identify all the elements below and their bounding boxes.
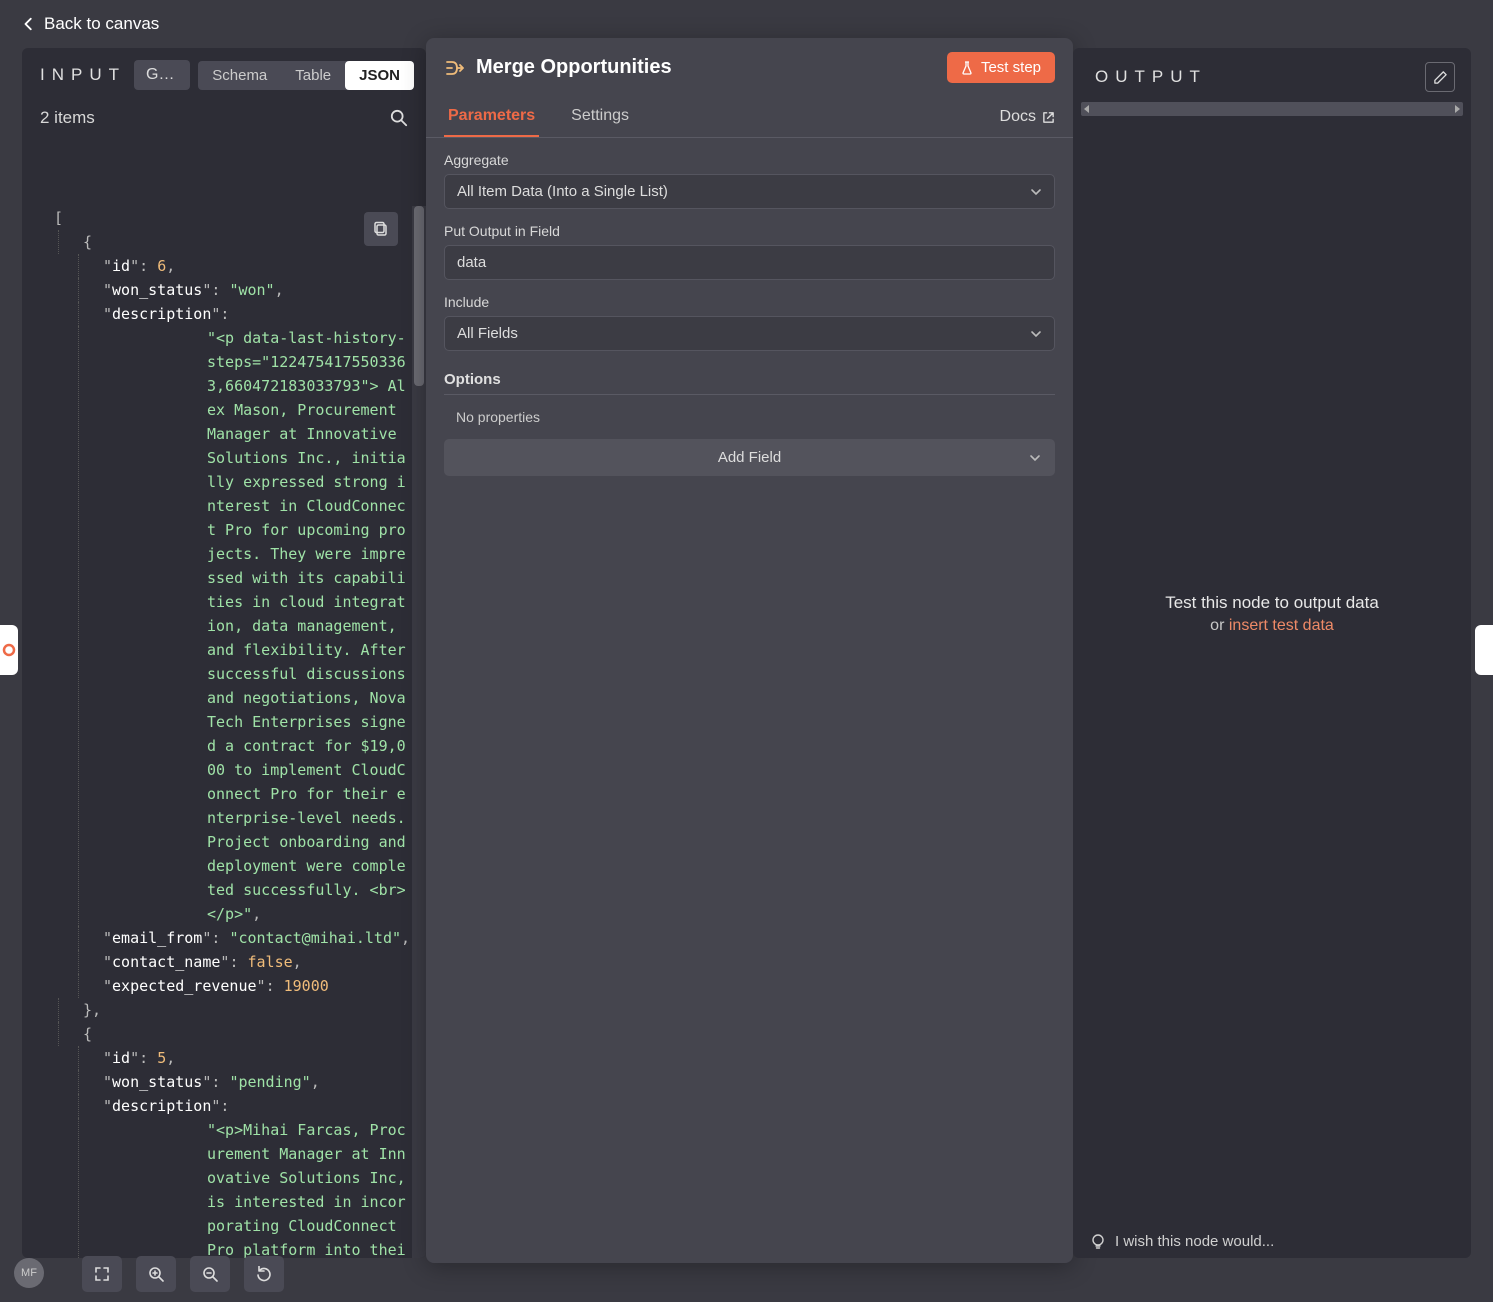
options-heading: Options <box>444 365 1055 395</box>
back-label: Back to canvas <box>44 14 159 34</box>
chevron-down-icon <box>1030 186 1042 198</box>
aggregate-label: Aggregate <box>444 152 1055 168</box>
zoom-in-button[interactable] <box>136 1256 176 1292</box>
output-horizontal-scrollbar[interactable] <box>1081 102 1463 116</box>
aggregate-select[interactable]: All Item Data (Into a Single List) <box>444 174 1055 209</box>
tab-json[interactable]: JSON <box>345 61 414 90</box>
external-link-icon <box>1042 111 1055 124</box>
test-step-button[interactable]: Test step <box>947 52 1055 83</box>
chevron-down-icon <box>1029 452 1041 464</box>
docs-label: Docs <box>1000 108 1036 126</box>
search-icon[interactable] <box>390 109 408 127</box>
back-to-canvas-link[interactable]: Back to canvas <box>22 14 159 34</box>
input-source-pill[interactable]: Get All Opportunit <box>134 60 190 90</box>
right-panel-handle[interactable] <box>1475 625 1493 675</box>
left-panel-handle[interactable] <box>0 625 18 675</box>
output-empty-sub: or insert test data <box>1073 617 1471 635</box>
json-viewer: [{"id": 6,"won_status": "won","descripti… <box>22 206 426 1258</box>
add-field-label: Add Field <box>718 449 781 466</box>
pencil-icon <box>1433 70 1448 85</box>
fullscreen-icon <box>94 1266 110 1282</box>
output-or: or <box>1210 617 1224 634</box>
test-step-label: Test step <box>981 59 1041 76</box>
arrow-left-icon <box>22 17 36 31</box>
node-config-panel: Merge Opportunities Test step Parameters… <box>426 38 1073 1263</box>
insert-test-data-link[interactable]: insert test data <box>1229 617 1334 634</box>
node-title: Merge Opportunities <box>476 56 947 79</box>
output-panel: OUTPUT Test this node to output data or … <box>1073 48 1471 1258</box>
include-value: All Fields <box>457 325 518 342</box>
include-label: Include <box>444 294 1055 310</box>
docs-link[interactable]: Docs <box>1000 108 1055 126</box>
tab-table[interactable]: Table <box>281 61 345 90</box>
tab-parameters[interactable]: Parameters <box>444 97 539 137</box>
output-edit-button[interactable] <box>1425 62 1455 92</box>
tab-schema[interactable]: Schema <box>198 61 281 90</box>
lightbulb-icon <box>1091 1234 1105 1250</box>
no-properties-text: No properties <box>444 405 1055 429</box>
items-count: 2 items <box>40 108 95 128</box>
reset-view-button[interactable] <box>244 1256 284 1292</box>
wish-text[interactable]: I wish this node would... <box>1115 1233 1274 1250</box>
tab-settings[interactable]: Settings <box>567 97 633 137</box>
fullscreen-button[interactable] <box>82 1256 122 1292</box>
avatar-initials: MF <box>21 1267 37 1279</box>
chevron-down-icon <box>1030 328 1042 340</box>
add-field-button[interactable]: Add Field <box>444 439 1055 476</box>
json-scrollbar[interactable] <box>412 206 426 1258</box>
flask-icon <box>961 61 973 75</box>
output-title: OUTPUT <box>1095 67 1425 87</box>
user-avatar[interactable]: MF <box>14 1258 44 1288</box>
output-empty-message: Test this node to output data <box>1073 593 1471 613</box>
view-toggle: Schema Table JSON <box>198 61 414 90</box>
input-panel: INPUT Get All Opportunit Schema Table JS… <box>22 48 426 1258</box>
output-field-input[interactable] <box>444 245 1055 280</box>
output-field-label: Put Output in Field <box>444 223 1055 239</box>
aggregate-value: All Item Data (Into a Single List) <box>457 183 668 200</box>
zoom-out-icon <box>202 1266 218 1282</box>
merge-icon <box>444 58 464 78</box>
include-select[interactable]: All Fields <box>444 316 1055 351</box>
undo-icon <box>256 1266 272 1282</box>
zoom-out-button[interactable] <box>190 1256 230 1292</box>
input-title: INPUT <box>40 65 126 85</box>
zoom-in-icon <box>148 1266 164 1282</box>
